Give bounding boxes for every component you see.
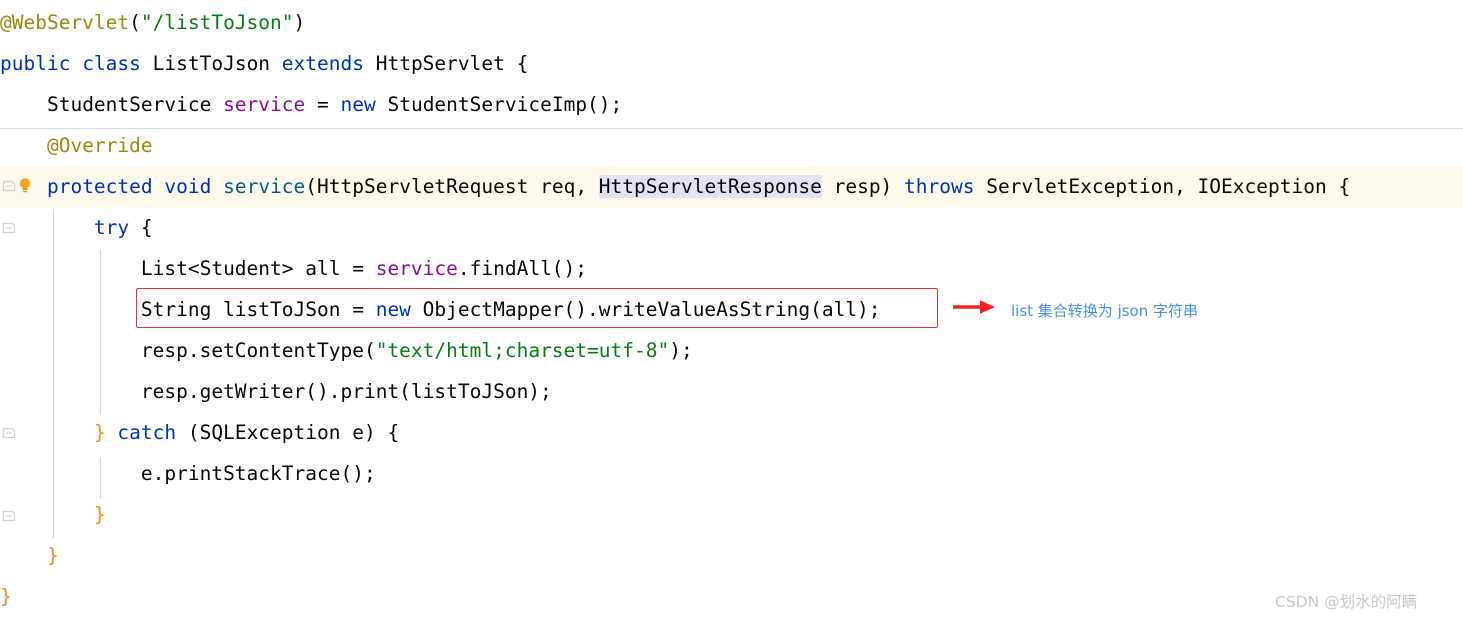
code-line[interactable]: try { [0,207,1463,248]
code-token: .findAll(); [457,257,588,280]
code-token: ); [669,339,693,362]
code-editor[interactable]: @WebServlet("/listToJson") public class L… [0,0,1463,618]
code-token: } [46,544,59,567]
annotation-note: list 集合转换为 json 字符串 [1011,302,1199,320]
code-line[interactable]: e.printStackTrace(); [0,453,1463,494]
code-token: service [375,257,458,280]
code-line[interactable]: resp.setContentType("text/html;charset=u… [0,330,1463,371]
code-token: } [93,421,106,444]
code-token: service [223,93,306,116]
code-token: new [340,93,376,116]
highlighted-identifier: HttpServletResponse [598,175,822,198]
code-token: ListToJson [140,52,282,75]
code-token: "/listToJson" [140,11,294,34]
code-line[interactable]: StudentService service = new StudentServ… [0,84,1463,125]
code-token: ) [293,11,306,34]
code-token: resp.getWriter().print(listToJSon); [140,380,552,403]
code-line[interactable]: List<Student> all = service.findAll(); [0,248,1463,289]
code-line[interactable]: } [0,576,1463,617]
code-line[interactable]: @WebServlet("/listToJson") [0,2,1463,43]
code-token: public [0,52,71,75]
code-token: @WebServlet [0,11,130,34]
code-token: HttpServlet { [363,52,529,75]
code-token: class [82,52,141,75]
code-token: @Override [46,134,153,157]
code-token: e.printStackTrace(); [140,462,376,485]
code-line[interactable]: } [0,535,1463,576]
code-token: "text/html;charset=utf-8" [375,339,670,362]
code-token: StudentService [46,93,224,116]
red-arrow-icon [952,297,996,317]
code-token: void [164,175,212,198]
csdn-watermark: CSDN @划水的阿瞒 [1275,593,1418,611]
code-token: List<Student> all = [140,257,376,280]
code-line[interactable]: } catch (SQLException e) { [0,412,1463,453]
code-line[interactable]: resp.getWriter().print(listToJSon); [0,371,1463,412]
code-token: new [375,298,411,321]
code-token: { [129,216,153,239]
code-line[interactable]: protected void service(HttpServletReques… [0,166,1463,207]
code-token: extends [281,52,364,75]
code-line[interactable]: @Override [0,125,1463,166]
code-token: protected [46,175,153,198]
code-token: try [93,216,130,239]
code-token: (HttpServletRequest req, [305,175,599,198]
code-token: catch [117,421,177,444]
code-token: service [223,175,306,198]
code-token: StudentServiceImp(); [375,93,623,116]
code-token: resp.setContentType( [140,339,376,362]
code-line[interactable]: String listToJSon = new ObjectMapper().w… [0,289,1463,330]
code-line[interactable]: } [0,494,1463,535]
code-token: throws [904,175,975,198]
code-token: String listToJSon = [140,298,376,321]
code-token: } [0,585,12,608]
code-token: } [93,503,106,526]
code-token: ( [129,11,141,34]
code-token: ServletException, IOException { [974,175,1351,198]
code-token: resp) [821,175,905,198]
code-token: = [305,93,341,116]
code-line[interactable]: public class ListToJson extends HttpServ… [0,43,1463,84]
code-token: (SQLException e) { [176,421,400,444]
code-token: ObjectMapper().writeValueAsString(all); [410,298,881,321]
